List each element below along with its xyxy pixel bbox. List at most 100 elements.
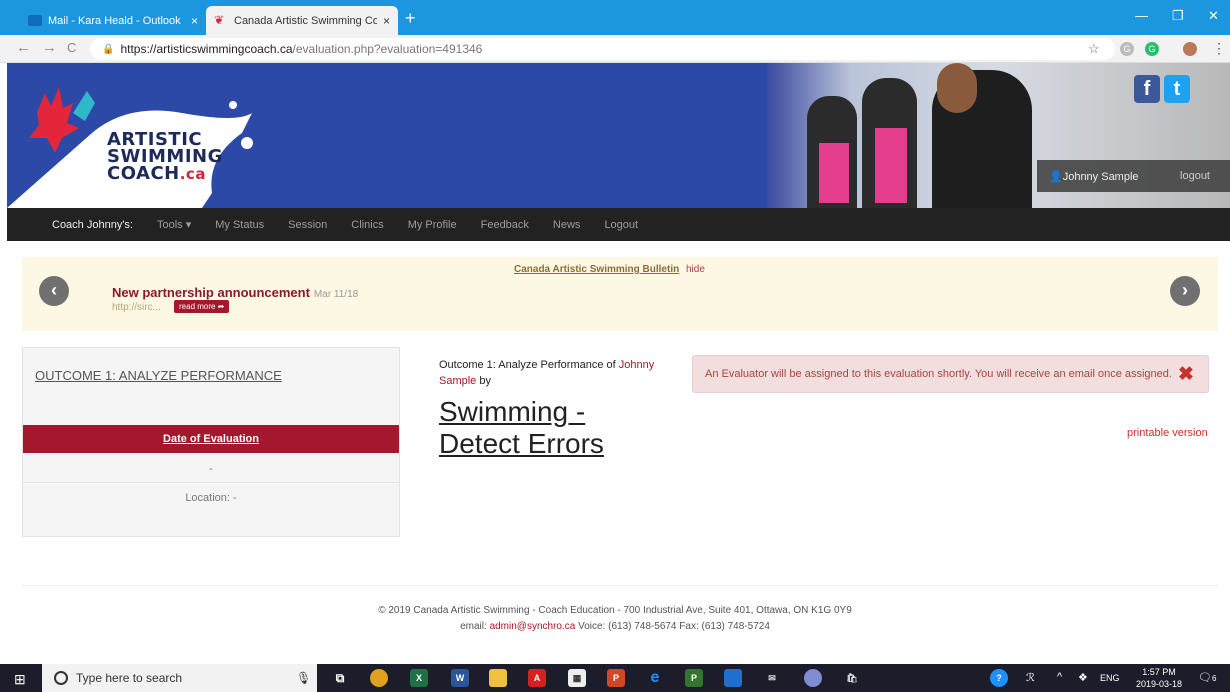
nav-item-my-profile[interactable]: My Profile [408, 219, 457, 231]
help-icon[interactable]: ? [990, 669, 1008, 687]
word-icon[interactable]: W [451, 669, 469, 687]
mail-icon[interactable]: ✉ [763, 669, 781, 687]
nav-item-session[interactable]: Session [288, 219, 327, 231]
microphone-icon[interactable]: 🎙 [296, 671, 311, 685]
profile-avatar-icon[interactable] [1183, 42, 1197, 56]
lock-icon: 🔒 [102, 43, 115, 55]
notification-count: 6 [1211, 674, 1217, 683]
bulletin-header: Canada Artistic Swimming Bulletin hide [514, 264, 705, 275]
chrome-icon[interactable] [370, 669, 388, 687]
nav-item-clinics[interactable]: Clinics [351, 219, 383, 231]
date-of-evaluation-header: Date of Evaluation [23, 425, 399, 453]
carousel-next-icon[interactable]: › [1170, 276, 1200, 306]
maple-leaf-icon: ❦ [214, 13, 225, 27]
bookmark-star-icon[interactable]: ☆ [1088, 41, 1100, 57]
clock-date: 2019-03-18 [1136, 679, 1183, 689]
read-more-button[interactable]: read more ➦ [174, 300, 230, 313]
url-host: https://artisticswimmingcoach.ca [120, 42, 293, 56]
reload-icon[interactable]: C [67, 40, 76, 56]
close-tab-icon[interactable]: × [191, 14, 198, 28]
evaluator-alert: An Evaluator will be assigned to this ev… [692, 355, 1209, 393]
close-tab-icon[interactable]: × [383, 14, 390, 28]
nav-item-logout[interactable]: Logout [604, 219, 638, 231]
news-url[interactable]: http://sirc... [112, 302, 161, 313]
facebook-icon[interactable]: f [1134, 75, 1160, 103]
calculator-icon[interactable]: ▦ [568, 669, 586, 687]
site-footer: © 2019 Canada Artistic Swimming - Coach … [0, 603, 1230, 635]
evaluation-title-line-2: Detect Errors [439, 428, 604, 459]
windows-taskbar: ⊞ Type here to search 🎙 ⧉ X W A ▦ P e P … [0, 664, 1230, 692]
email-link[interactable]: admin@synchro.ca [490, 621, 576, 632]
nav-item-news[interactable]: News [553, 219, 581, 231]
outcome-description: Outcome 1: Analyze Performance of Johnny… [439, 357, 669, 389]
people-icon[interactable]: ℛ [1026, 671, 1035, 684]
edge-icon[interactable]: e [646, 669, 664, 687]
new-tab-button[interactable]: + [405, 9, 416, 27]
news-date: Mar 11/18 [313, 289, 359, 300]
taskbar-clock[interactable]: 1:57 PM 2019-03-18 [1136, 666, 1182, 690]
site-logo[interactable]: ARTISTIC SWIMMING COACH.ca [107, 131, 223, 183]
of-text: of [606, 359, 616, 371]
printable-version-link[interactable]: printable version [1127, 427, 1208, 439]
date-header-label: Date of Evaluation [163, 433, 259, 445]
user-name: Johnny Sample [1062, 170, 1139, 183]
tab-outlook[interactable]: Mail - Kara Heald - Outlook × [20, 6, 206, 35]
excel-icon[interactable]: X [410, 669, 428, 687]
date-value: - [209, 463, 213, 475]
evaluation-title-line-1: Swimming - [439, 396, 586, 427]
news-headline[interactable]: New partnership announcement Mar 11/18 [112, 285, 358, 300]
url-path: /evaluation.php?evaluation=491346 [292, 42, 483, 56]
taskbar-search-input[interactable]: Type here to search [42, 664, 317, 692]
evaluation-title[interactable]: Swimming - Detect Errors [439, 396, 604, 460]
logo-line-3: COACH [107, 163, 180, 184]
language-indicator[interactable]: ENG [1100, 673, 1120, 683]
tray-expand-icon[interactable]: ^ [1057, 671, 1062, 683]
news-title: New partnership announcement [112, 285, 310, 300]
minimize-icon[interactable]: — [1135, 8, 1148, 23]
site-header-banner: ARTISTIC SWIMMING COACH.ca f t 👤Johnny S… [7, 63, 1230, 208]
swimmer-suit [819, 143, 849, 203]
twitter-icon[interactable]: t [1164, 75, 1190, 103]
dropbox-icon[interactable] [724, 669, 742, 687]
file-explorer-icon[interactable] [489, 669, 507, 687]
user-name-link[interactable]: 👤Johnny Sample [1049, 170, 1180, 183]
swimmer-suit [875, 128, 907, 203]
project-icon[interactable]: P [685, 669, 703, 687]
browser-tab-bar: Mail - Kara Heald - Outlook × ❦ Canada A… [0, 0, 1230, 35]
footer-divider [22, 585, 1218, 586]
tab-artistic-swimming[interactable]: ❦ Canada Artistic Swimming Coach × [206, 6, 398, 35]
bulletin-title-link[interactable]: Canada Artistic Swimming Bulletin [514, 264, 679, 275]
coach-head [937, 63, 977, 113]
store-icon[interactable]: 🛍 [843, 669, 861, 687]
task-view-icon[interactable]: ⧉ [331, 669, 349, 687]
forward-icon[interactable]: → [42, 40, 57, 56]
footer-address: © 2019 Canada Artistic Swimming - Coach … [378, 605, 852, 616]
extension-icon[interactable]: G [1120, 42, 1134, 56]
user-box: 👤Johnny Sample logout [1037, 160, 1230, 192]
nav-item-feedback[interactable]: Feedback [481, 219, 529, 231]
cortana-icon [54, 671, 68, 685]
divider [23, 482, 399, 483]
maximize-icon[interactable]: ❐ [1172, 8, 1184, 24]
tab-title: Mail - Kara Heald - Outlook [48, 14, 181, 27]
nav-item-my-status[interactable]: My Status [215, 219, 264, 231]
carousel-prev-icon[interactable]: ‹ [39, 276, 69, 306]
acrobat-icon[interactable]: A [528, 669, 546, 687]
media-icon[interactable] [804, 669, 822, 687]
header-logout-link[interactable]: logout [1180, 170, 1210, 182]
close-icon[interactable]: ✖ [1178, 363, 1194, 386]
grammarly-icon[interactable]: G [1145, 42, 1159, 56]
back-icon[interactable]: ← [16, 40, 31, 56]
dropbox-tray-icon[interactable]: ❖ [1078, 671, 1088, 684]
windows-start-icon[interactable]: ⊞ [14, 671, 26, 688]
browser-menu-icon[interactable]: ⋮ [1212, 40, 1226, 57]
window-close-icon[interactable]: ✕ [1208, 8, 1219, 24]
url-input[interactable]: 🔒 https://artisticswimmingcoach.ca /eval… [90, 38, 1115, 60]
powerpoint-icon[interactable]: P [607, 669, 625, 687]
bulletin-hide-link[interactable]: hide [686, 264, 705, 275]
nav-item-tools[interactable]: Tools ▾ [157, 218, 191, 231]
outcome-title-link[interactable]: OUTCOME 1: ANALYZE PERFORMANCE [35, 368, 282, 383]
nav-brand[interactable]: Coach Johnny's: [52, 219, 133, 231]
notifications-icon[interactable]: 🗨6 [1198, 671, 1216, 684]
tab-title: Canada Artistic Swimming Coach [234, 14, 377, 27]
